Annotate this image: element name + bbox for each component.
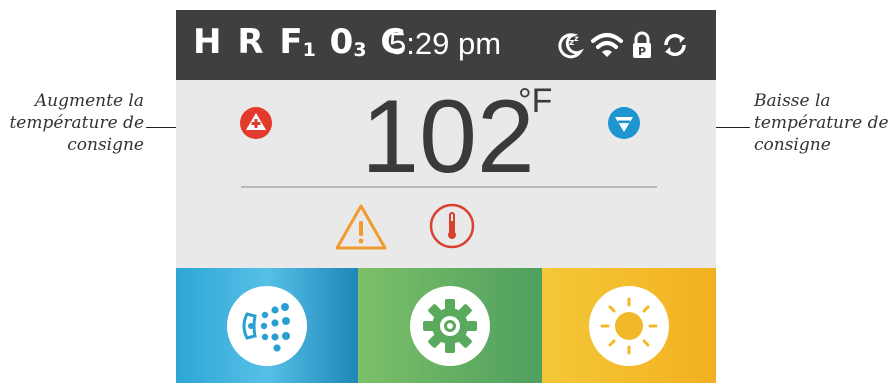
callout-line: Baisse la xyxy=(754,91,831,111)
warning-alert[interactable] xyxy=(334,202,388,252)
settings-tile-circle xyxy=(410,285,490,366)
callout-line: température de xyxy=(9,113,144,133)
divider xyxy=(241,186,657,188)
status-subscript: 3 xyxy=(353,39,367,61)
status-bar: H R F1 03 C 5:29 pm z z P xyxy=(176,10,716,80)
status-icons: z z P xyxy=(554,25,690,65)
gear-icon xyxy=(423,298,477,353)
svg-text:z: z xyxy=(574,34,579,43)
jets-icon xyxy=(242,302,290,352)
refresh-icon[interactable] xyxy=(660,30,690,60)
increase-setpoint-button[interactable] xyxy=(239,106,273,140)
svg-text:P: P xyxy=(638,45,646,58)
status-letter: 0 xyxy=(329,22,356,62)
triangle-down-icon xyxy=(608,107,640,139)
lock-p-icon: P xyxy=(630,30,654,60)
status-time: 5:29 pm xyxy=(389,26,502,61)
warning-icon xyxy=(335,204,387,250)
temperature-alert[interactable] xyxy=(428,202,476,250)
callout-line: consigne xyxy=(754,135,831,155)
status-letter: H xyxy=(193,22,224,62)
wifi-icon xyxy=(590,30,624,60)
callout-line: Augmente la xyxy=(34,91,144,111)
status-code: H R F1 03 C xyxy=(193,22,407,62)
spa-control-screen: H R F1 03 C 5:29 pm z z P 102 °F xyxy=(176,10,716,383)
sun-icon xyxy=(600,297,658,354)
callout-increase-setpoint: Augmente la température de consigne xyxy=(4,90,144,156)
jets-tile-circle xyxy=(227,285,307,366)
thermometer-icon xyxy=(429,203,475,249)
callout-line: température de xyxy=(754,113,889,133)
temperature-unit: °F xyxy=(518,82,553,120)
plus-icon xyxy=(240,107,272,139)
decrease-setpoint-button[interactable] xyxy=(607,106,641,140)
status-letter: F xyxy=(279,22,305,62)
light-tile-circle xyxy=(589,285,669,366)
status-subscript: 1 xyxy=(302,39,316,61)
settings-tile-button[interactable] xyxy=(358,268,542,383)
sleep-moon-icon: z z xyxy=(554,30,584,60)
jets-tile-button[interactable] xyxy=(176,268,358,383)
light-tile-button[interactable] xyxy=(542,268,716,383)
status-letter: R xyxy=(237,22,266,62)
callout-decrease-setpoint: Baisse la température de consigne xyxy=(754,90,890,156)
callout-line: consigne xyxy=(67,135,144,155)
